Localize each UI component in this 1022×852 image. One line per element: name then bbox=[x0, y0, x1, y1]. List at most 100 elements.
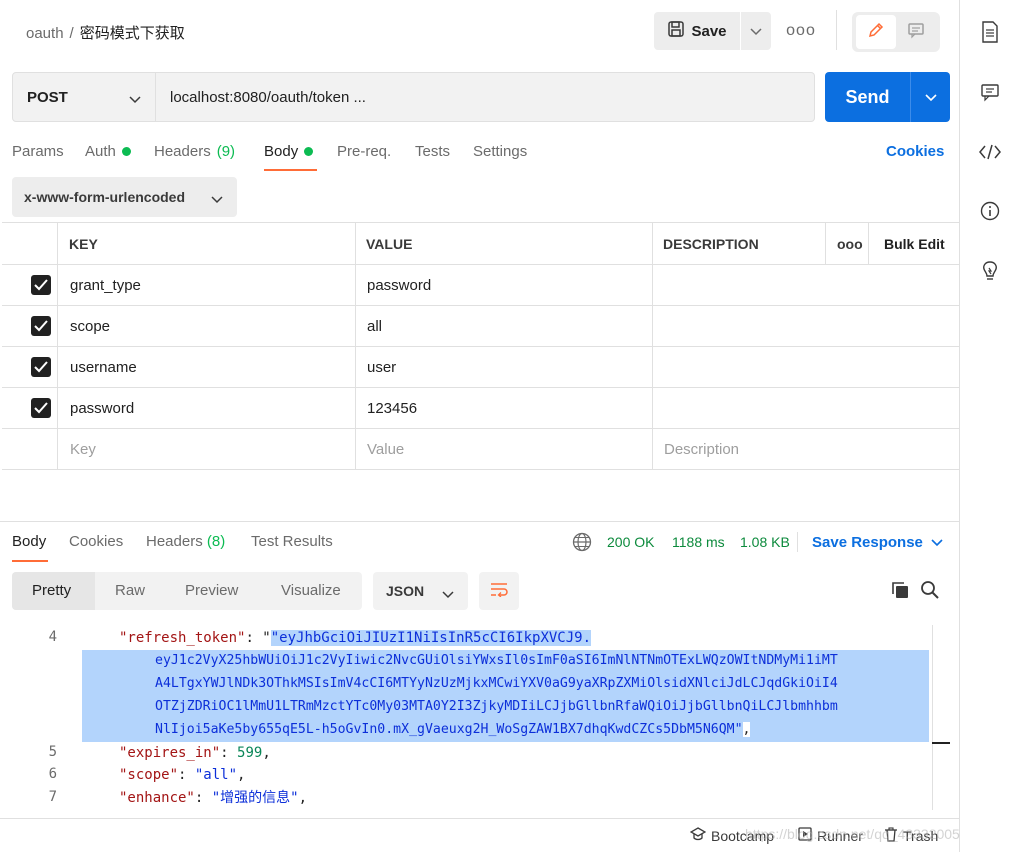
view-preview[interactable]: Preview bbox=[185, 582, 238, 599]
tab-count: (9) bbox=[216, 143, 236, 160]
response-tab-body[interactable]: Body bbox=[12, 533, 46, 550]
active-tab-indicator bbox=[264, 169, 317, 171]
tab-settings[interactable]: Settings bbox=[473, 143, 527, 160]
tab-label: Params bbox=[12, 143, 64, 160]
json-key: "expires_in" bbox=[119, 745, 221, 761]
tab-auth[interactable]: Auth bbox=[85, 143, 131, 160]
bootcamp-icon bbox=[689, 827, 707, 844]
table-border bbox=[2, 387, 959, 388]
param-value[interactable]: user bbox=[367, 359, 396, 376]
new-description-input[interactable]: Description bbox=[664, 441, 739, 458]
send-button[interactable]: Send bbox=[825, 72, 910, 122]
info-icon[interactable] bbox=[978, 199, 1002, 223]
documentation-icon[interactable] bbox=[978, 20, 1002, 44]
view-visualize[interactable]: Visualize bbox=[281, 582, 341, 599]
format-label: JSON bbox=[386, 583, 425, 599]
body-type-label: x-www-form-urlencoded bbox=[24, 189, 186, 205]
selected-text: "eyJhbGciOiJIUzI1NiIsInR5cCI6IkpXVCJ9. bbox=[270, 630, 592, 646]
pencil-icon bbox=[867, 21, 885, 43]
column-header-value: VALUE bbox=[366, 236, 413, 252]
response-tab-cookies[interactable]: Cookies bbox=[69, 533, 123, 550]
cookies-link[interactable]: Cookies bbox=[886, 143, 944, 160]
json-key: "enhance" bbox=[119, 790, 195, 806]
chevron-down-icon bbox=[211, 191, 223, 207]
table-border bbox=[825, 222, 826, 265]
tab-headers[interactable]: Headers (9) bbox=[154, 143, 235, 160]
copy-icon[interactable] bbox=[890, 580, 910, 604]
param-value[interactable]: 123456 bbox=[367, 400, 417, 417]
tab-label: Pre-req. bbox=[337, 143, 392, 160]
row-checkbox[interactable] bbox=[31, 357, 51, 377]
more-actions-button[interactable]: ooo bbox=[784, 18, 818, 44]
row-checkbox[interactable] bbox=[31, 275, 51, 295]
format-select[interactable]: JSON bbox=[373, 572, 468, 610]
tab-label: Auth bbox=[85, 143, 116, 160]
param-key[interactable]: scope bbox=[70, 318, 110, 335]
tab-pre-request[interactable]: Pre-req. bbox=[337, 143, 391, 160]
response-status[interactable]: 200 OK bbox=[607, 534, 654, 550]
code-line[interactable]: "refresh_token": ""eyJhbGciOiJIUzI1NiIsI… bbox=[119, 627, 592, 649]
divider bbox=[797, 532, 798, 552]
param-key[interactable]: username bbox=[70, 359, 137, 376]
send-options-button[interactable] bbox=[910, 72, 950, 122]
chevron-down-icon bbox=[924, 89, 937, 106]
table-border bbox=[2, 264, 959, 265]
edit-mode-button[interactable] bbox=[856, 15, 896, 49]
editor-scrollbar[interactable] bbox=[932, 625, 933, 810]
json-string: "all" bbox=[194, 767, 238, 783]
view-raw[interactable]: Raw bbox=[115, 582, 145, 599]
code-line-wrap: OTZjZDRiOC1lMmU1LTRmMzctYTc0My03MTA0Y2I3… bbox=[155, 699, 838, 714]
lightbulb-icon[interactable] bbox=[978, 259, 1002, 283]
param-key[interactable]: password bbox=[70, 400, 134, 417]
url-input[interactable]: localhost:8080/oauth/token ... bbox=[156, 72, 815, 122]
comment-mode-button[interactable] bbox=[896, 15, 936, 49]
save-label: Save bbox=[691, 22, 727, 40]
request-name[interactable]: 密码模式下获取 bbox=[80, 25, 185, 42]
tab-tests[interactable]: Tests bbox=[415, 143, 450, 160]
row-checkbox[interactable] bbox=[31, 398, 51, 418]
save-response-label: Save Response bbox=[812, 534, 923, 551]
column-header-key: KEY bbox=[69, 236, 98, 252]
save-response-button[interactable]: Save Response bbox=[812, 534, 943, 551]
globe-icon[interactable] bbox=[572, 532, 592, 556]
table-border bbox=[2, 428, 959, 429]
new-key-input[interactable]: Key bbox=[70, 441, 96, 458]
active-tab-indicator bbox=[12, 560, 48, 562]
breadcrumb: oauth / 密码模式下获取 bbox=[26, 22, 185, 43]
save-options-button[interactable] bbox=[741, 12, 771, 50]
response-time[interactable]: 1188 ms bbox=[672, 534, 725, 550]
code-line-wrap: eyJ1c2VyX25hbWUiOiJ1c2VyIiwic2NvcGUiOlsi… bbox=[155, 653, 838, 668]
body-type-select[interactable]: x-www-form-urlencoded bbox=[12, 177, 237, 217]
table-more-button[interactable]: ooo bbox=[837, 236, 863, 252]
tab-params[interactable]: Params bbox=[12, 143, 64, 160]
new-value-input[interactable]: Value bbox=[367, 441, 404, 458]
table-border bbox=[868, 222, 869, 265]
response-tab-test-results[interactable]: Test Results bbox=[251, 533, 333, 550]
bulk-edit-button[interactable]: Bulk Edit bbox=[884, 236, 945, 252]
status-dot bbox=[121, 147, 131, 156]
code-icon[interactable] bbox=[978, 140, 1002, 164]
save-button[interactable]: Save bbox=[654, 12, 740, 50]
param-value[interactable]: all bbox=[367, 318, 382, 335]
json-string: NlIjoi5aKe5by655qE5L-h5oGvIn0.mX_gVaeuxg… bbox=[155, 722, 743, 737]
tab-label: Settings bbox=[473, 143, 528, 160]
code-line[interactable]: "expires_in": 599, bbox=[119, 742, 271, 764]
right-sidebar bbox=[959, 0, 1022, 852]
response-size[interactable]: 1.08 KB bbox=[740, 534, 790, 550]
chevron-down-icon bbox=[750, 23, 762, 40]
tab-body[interactable]: Body bbox=[264, 143, 314, 160]
code-line[interactable]: "scope": "all", bbox=[119, 764, 245, 786]
table-border bbox=[2, 305, 959, 306]
search-icon[interactable] bbox=[920, 580, 940, 604]
comments-icon[interactable] bbox=[978, 80, 1002, 104]
row-checkbox[interactable] bbox=[31, 316, 51, 336]
wrap-lines-button[interactable] bbox=[479, 572, 519, 610]
view-pretty[interactable]: Pretty bbox=[32, 582, 71, 599]
method-select[interactable]: POST bbox=[12, 72, 156, 122]
response-divider bbox=[0, 521, 959, 522]
response-tab-headers[interactable]: Headers (8) bbox=[146, 533, 225, 550]
param-key[interactable]: grant_type bbox=[70, 277, 141, 294]
breadcrumb-collection[interactable]: oauth bbox=[26, 25, 64, 42]
code-line[interactable]: "enhance": "增强的信息", bbox=[119, 787, 307, 809]
param-value[interactable]: password bbox=[367, 277, 431, 294]
